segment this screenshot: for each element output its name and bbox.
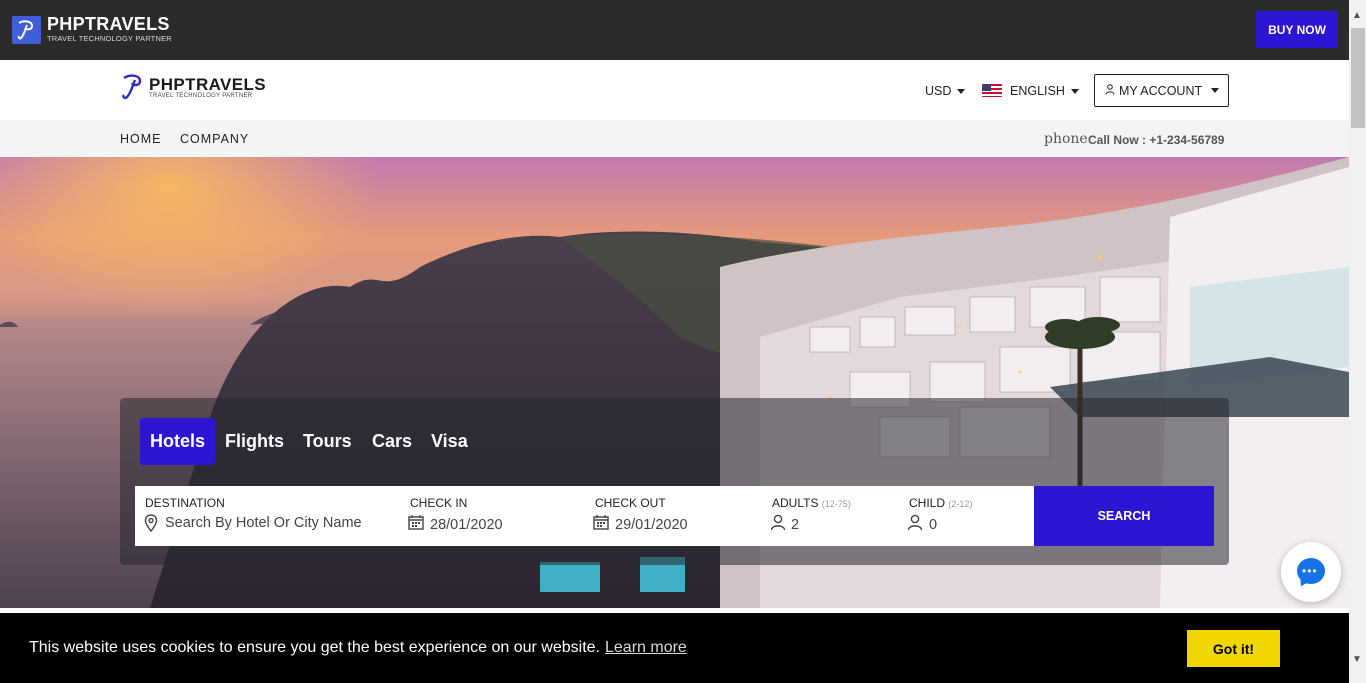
topbar-brand[interactable]: PHPTRAVELS (47, 14, 170, 35)
phone-icon-label: phone (1044, 131, 1088, 147)
phptravels-logo-icon[interactable] (12, 16, 41, 44)
child-range: (2-12) (948, 499, 973, 509)
child-label-text: CHILD (909, 496, 946, 510)
child-input[interactable]: 0 (929, 517, 937, 533)
user-icon (907, 514, 923, 536)
check-in-input[interactable]: 28/01/2020 (430, 517, 503, 533)
scrollbar-thumb[interactable] (1351, 28, 1365, 128)
my-account-label: MY ACCOUNT (1119, 83, 1203, 98)
map-pin-icon (144, 514, 158, 537)
cookie-message: This website uses cookies to ensure you … (29, 639, 600, 656)
adults-range: (12-75) (821, 499, 851, 509)
tab-hotels[interactable]: Hotels (140, 418, 216, 465)
nav-item-home[interactable]: HOME (120, 132, 162, 146)
header-tagline: TRAVEL TECHNOLOGY PARTNER (149, 93, 253, 99)
topbar-tagline: TRAVEL TECHNOLOGY PARTNER (47, 34, 172, 43)
scroll-down-arrow-icon[interactable]: ▼ (1352, 654, 1362, 665)
my-account-button[interactable]: MY ACCOUNT (1094, 74, 1229, 107)
search-button[interactable]: SEARCH (1034, 486, 1214, 546)
adults-label: ADULTS (12-75) (772, 496, 851, 510)
caret-down-icon (957, 89, 966, 95)
child-label: CHILD (2-12) (909, 496, 972, 510)
destination-input[interactable]: Search By Hotel Or City Name (165, 515, 362, 531)
buy-now-button[interactable]: BUY NOW (1256, 11, 1338, 48)
site-header: PHPTRAVELS TRAVEL TECHNOLOGY PARTNER USD… (0, 60, 1349, 120)
accept-cookies-button[interactable]: Got it! (1187, 630, 1280, 667)
scroll-up-arrow-icon[interactable]: ▲ (1352, 10, 1362, 21)
check-out-label: CHECK OUT (595, 496, 666, 510)
chat-icon: ••• (1297, 558, 1325, 584)
calendar-icon (593, 514, 609, 535)
user-icon (770, 514, 786, 536)
user-icon (1105, 83, 1115, 98)
calendar-icon (408, 514, 424, 535)
destination-label: DESTINATION (145, 496, 225, 510)
learn-more-link[interactable]: Learn more (605, 639, 687, 657)
adults-label-text: ADULTS (772, 496, 819, 510)
top-promo-bar: PHPTRAVELS TRAVEL TECHNOLOGY PARTNER BUY… (0, 0, 1349, 60)
tab-visa[interactable]: Visa (421, 418, 478, 465)
language-label: ENGLISH (1010, 84, 1065, 98)
tab-flights[interactable]: Flights (215, 418, 294, 465)
main-nav: HOME COMPANY phone Call Now : +1-234-567… (0, 120, 1349, 157)
chat-widget-button[interactable]: ••• (1281, 542, 1341, 602)
tab-cars[interactable]: Cars (362, 418, 422, 465)
call-now-text[interactable]: Call Now : +1-234-56789 (1088, 133, 1224, 147)
currency-dropdown[interactable]: USD (925, 84, 966, 98)
caret-down-icon (1211, 88, 1220, 93)
header-brand[interactable]: PHPTRAVELS (149, 75, 266, 95)
adults-input[interactable]: 2 (791, 517, 799, 533)
currency-label: USD (925, 84, 952, 98)
header-logo-icon[interactable] (121, 73, 145, 106)
us-flag-icon (982, 84, 1002, 97)
hotel-search-form: DESTINATION Search By Hotel Or City Name… (135, 486, 1034, 546)
nav-item-company[interactable]: COMPANY (180, 132, 249, 146)
language-dropdown[interactable]: ENGLISH (1010, 84, 1079, 98)
cookie-consent-bar: This website uses cookies to ensure you … (0, 613, 1349, 683)
caret-down-icon (1070, 89, 1079, 95)
check-out-input[interactable]: 29/01/2020 (615, 517, 688, 533)
tab-tours[interactable]: Tours (293, 418, 362, 465)
check-in-label: CHECK IN (410, 496, 468, 510)
